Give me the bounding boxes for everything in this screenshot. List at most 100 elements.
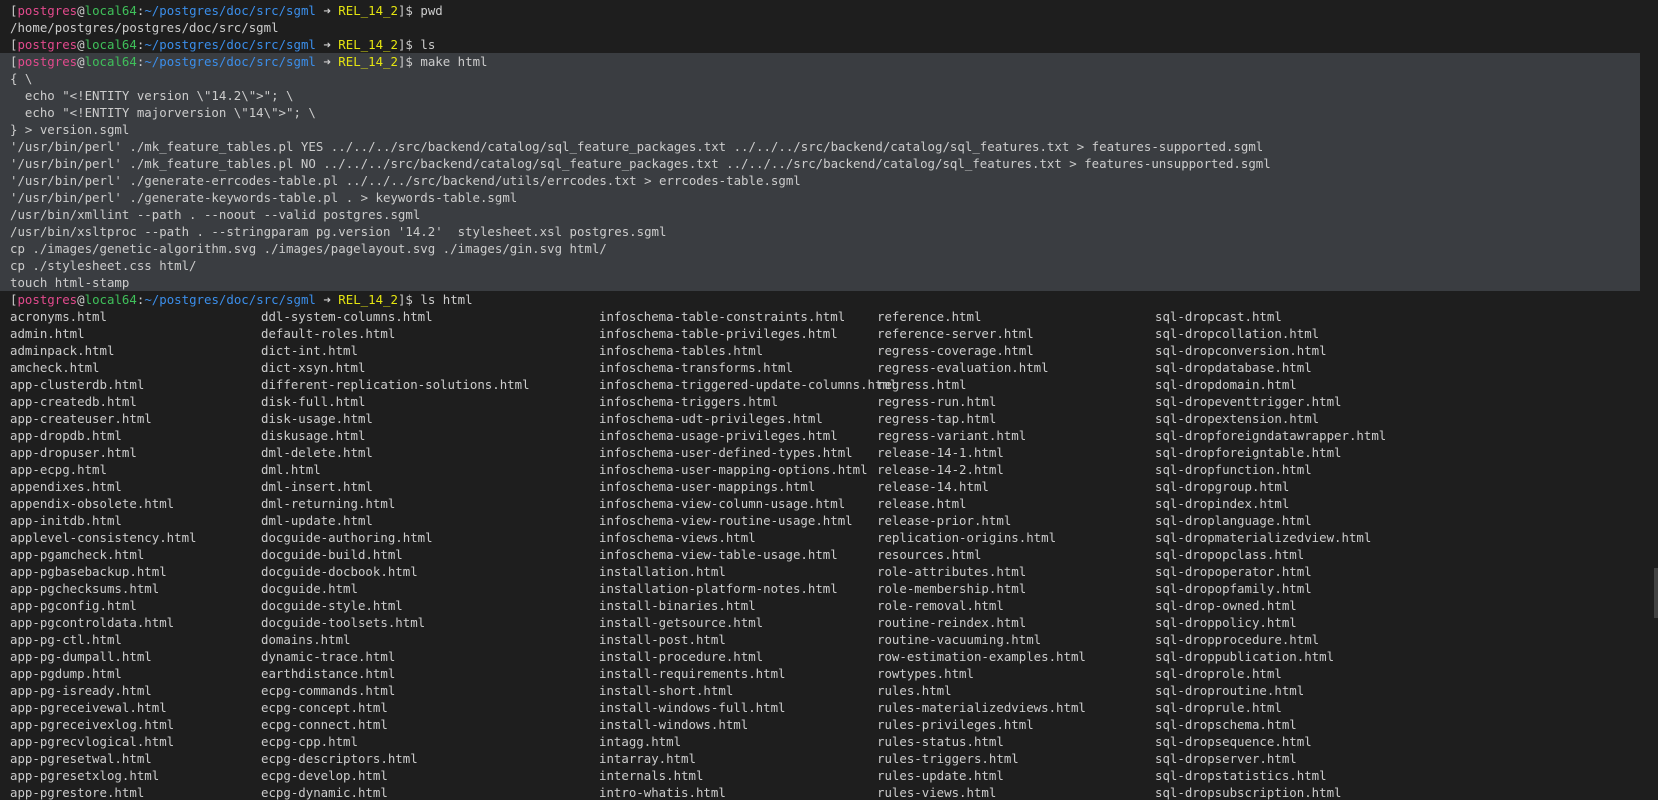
listing-column: sql-dropcast.html sql-dropcollation.html s… [1155,308,1386,800]
file-name: sql-droprule.html [1155,700,1282,715]
file-name: app-dropdb.html [10,428,122,443]
prompt-arrow-icon: ➜ [315,54,339,69]
file-name: install-short.html [599,683,734,698]
prompt-user: postgres [17,54,78,69]
prompt-path: ~/postgres/doc/src/sgml [144,54,316,69]
file-name: role-attributes.html [877,564,1027,579]
file-name: dml-update.html [261,513,373,528]
file-name: infoschema-udt-privileges.html [599,411,823,426]
file-name: admin.html [10,326,85,341]
file-name: disk-full.html [261,394,366,409]
file-name: regress-tap.html [877,411,997,426]
file-name: dict-xsyn.html [261,360,366,375]
file-name: rules-materializedviews.html [877,700,1086,715]
prompt-at: @ [77,37,85,52]
listing-column: infoschema-table-constraints.html infosch… [599,308,897,800]
file-name: regress.html [877,377,967,392]
prompt-symbol: ]$ [397,292,421,307]
scrollbar-thumb[interactable] [1654,568,1658,618]
file-name: dynamic-trace.html [261,649,396,664]
file-name: release-14-1.html [877,445,1004,460]
file-name: applevel-consistency.html [10,530,197,545]
file-name: sql-dropdatabase.html [1155,360,1312,375]
file-name: sql-dropstatistics.html [1155,768,1327,783]
file-name: app-pgreceivewal.html [10,700,167,715]
file-name: sql-dropserver.html [1155,751,1297,766]
terminal-output[interactable]: [postgres@local64:~/postgres/doc/src/sgm… [0,2,1640,308]
output-line: touch html-stamp [0,274,1640,291]
file-name: app-pgreceivexlog.html [10,717,175,732]
file-name: resources.html [877,547,982,562]
prompt-path: ~/postgres/doc/src/sgml [144,37,316,52]
output-line: '/usr/bin/perl' ./generate-keywords-tabl… [0,189,1640,206]
file-name: app-pgamcheck.html [10,547,145,562]
file-name: app-pgresetxlog.html [10,768,160,783]
file-name: infoschema-triggers.html [599,394,779,409]
file-name: infoschema-table-privileges.html [599,326,838,341]
prompt-git-branch: REL_14_2 [338,292,398,307]
output-line: echo "<!ENTITY majorversion \"14\">"; \ [0,104,1640,121]
prompt-line: [postgres@local64:~/postgres/doc/src/sgm… [0,291,1640,308]
file-name: diskusage.html [261,428,366,443]
file-name: app-pg-ctl.html [10,632,122,647]
file-name: docguide-docbook.html [261,564,418,579]
file-name: infoschema-triggered-update-columns.html [599,377,898,392]
file-name: install-post.html [599,632,726,647]
file-name: ecpg-commands.html [261,683,396,698]
file-name: domains.html [261,632,351,647]
output-line: /usr/bin/xmllint --path . --noout --vali… [0,206,1640,223]
file-name: infoschema-views.html [599,530,756,545]
file-name: docguide.html [261,581,358,596]
file-name: app-pg-isready.html [10,683,152,698]
prompt-arrow-icon: ➜ [315,3,339,18]
file-name: install-procedure.html [599,649,764,664]
file-name: docguide-toolsets.html [261,615,426,630]
file-name: docguide-style.html [261,598,403,613]
file-name: routine-reindex.html [877,615,1027,630]
file-name: reference-server.html [877,326,1034,341]
file-name: ecpg-connect.html [261,717,388,732]
file-name: ecpg-cpp.html [261,734,358,749]
file-name: rowtypes.html [877,666,974,681]
prompt-host: local64 [84,54,137,69]
file-name: sql-dropfunction.html [1155,462,1312,477]
file-name: sql-dropmaterializedview.html [1155,530,1372,545]
file-name: role-removal.html [877,598,1004,613]
command-text: ls [420,37,436,52]
file-name: reference.html [877,309,982,324]
prompt-at: @ [77,3,85,18]
file-name: infoschema-table-constraints.html [599,309,846,324]
file-name: sql-dropsubscription.html [1155,785,1342,800]
file-name: app-pg-dumpall.html [10,649,152,664]
file-name: dml.html [261,462,321,477]
file-name: sql-dropgroup.html [1155,479,1290,494]
file-name: docguide-authoring.html [261,530,433,545]
file-name: infoschema-view-column-usage.html [599,496,846,511]
prompt-git-branch: REL_14_2 [338,54,398,69]
prompt-git-branch: REL_14_2 [338,37,398,52]
listing-column: acronyms.html admin.html adminpack.html amc… [10,308,197,800]
file-name: app-dropuser.html [10,445,137,460]
file-name: rules-privileges.html [877,717,1034,732]
file-name: infoschema-user-mapping-options.html [599,462,868,477]
output-line: cp ./images/genetic-algorithm.svg ./imag… [0,240,1640,257]
file-name: app-initdb.html [10,513,122,528]
file-name: sql-droppolicy.html [1155,615,1297,630]
file-name: regress-evaluation.html [877,360,1049,375]
file-name: app-pgcontroldata.html [10,615,175,630]
file-name: regress-variant.html [877,428,1027,443]
file-name: sql-droproutine.html [1155,683,1305,698]
file-name: ecpg-dynamic.html [261,785,388,800]
output-line: cp ./stylesheet.css html/ [0,257,1640,274]
file-name: dict-int.html [261,343,358,358]
file-name: ecpg-concept.html [261,700,388,715]
file-name: rules-triggers.html [877,751,1019,766]
output-line: /usr/bin/xsltproc --path . --stringparam… [0,223,1640,240]
file-name: adminpack.html [10,343,115,358]
output-line: '/usr/bin/perl' ./generate-errcodes-tabl… [0,172,1640,189]
file-name: sql-dropcollation.html [1155,326,1320,341]
file-name: install-windows-full.html [599,700,786,715]
file-name: disk-usage.html [261,411,373,426]
file-name: app-pgrecvlogical.html [10,734,175,749]
file-name: dml-returning.html [261,496,396,511]
